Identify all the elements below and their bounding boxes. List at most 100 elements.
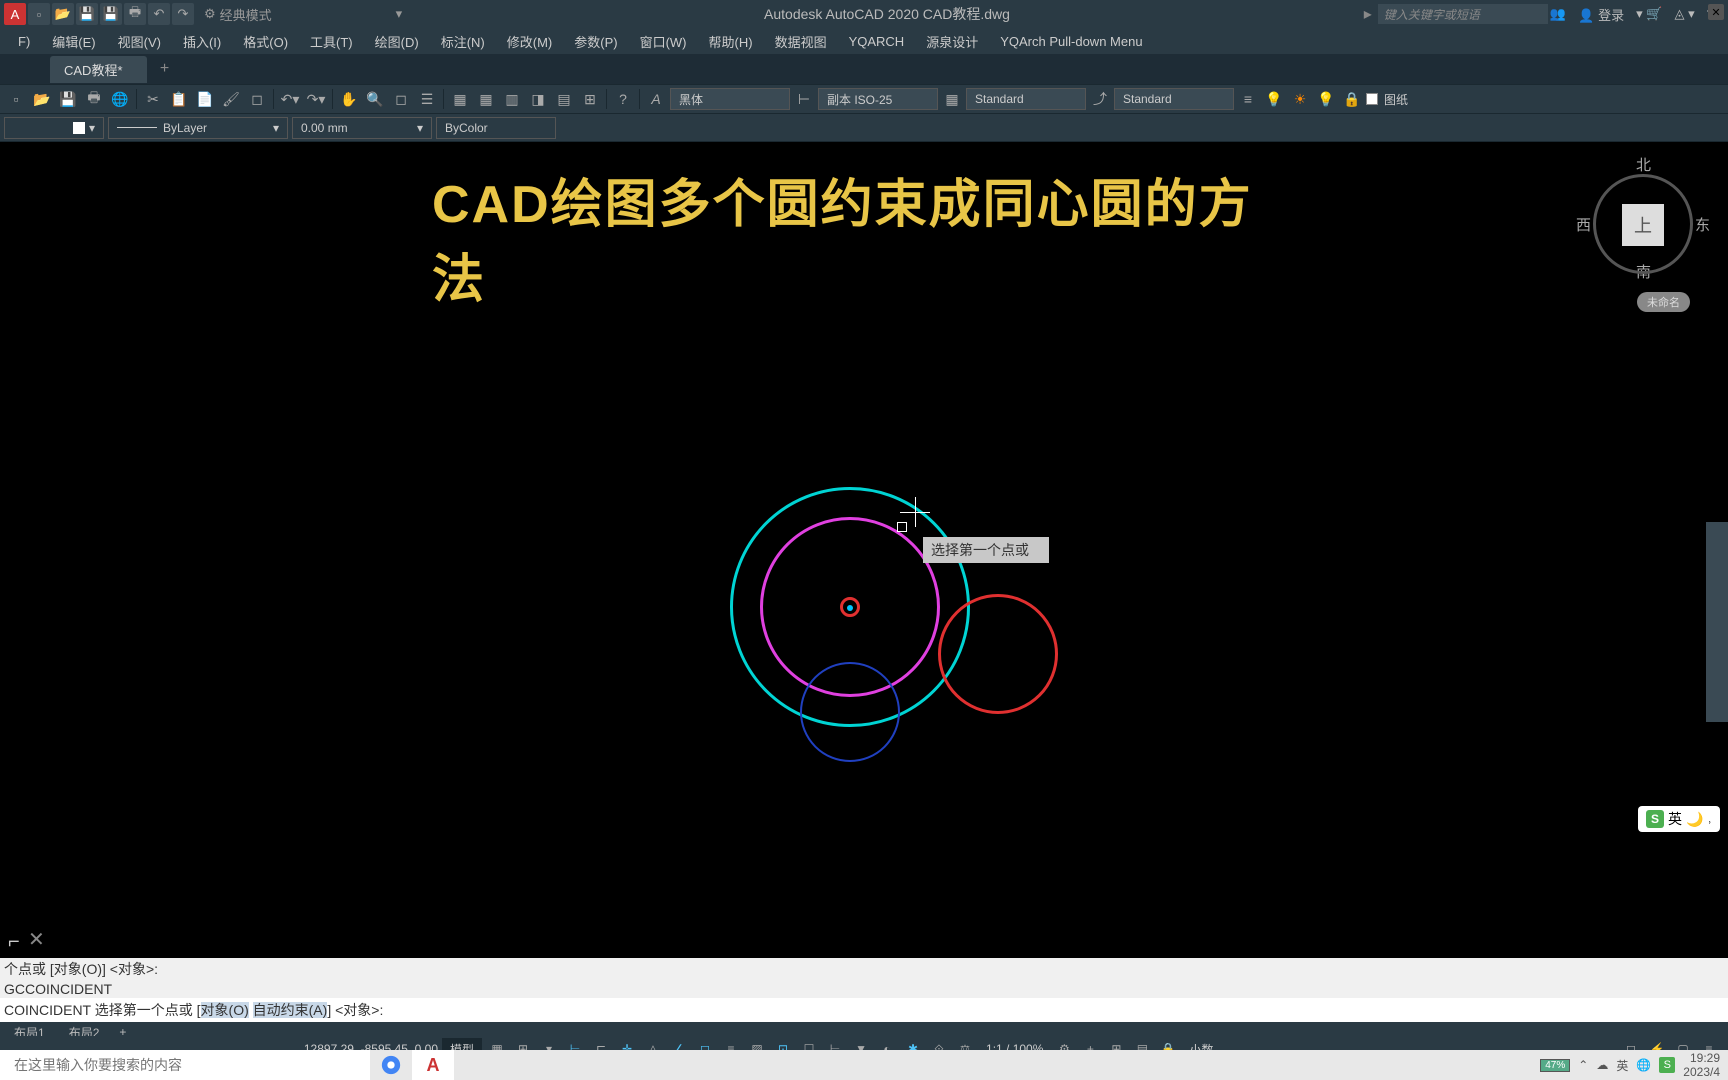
color-swatch[interactable] bbox=[1366, 93, 1378, 105]
design-center-icon[interactable]: ▦ bbox=[448, 87, 472, 111]
redo-icon[interactable]: ↷ bbox=[172, 3, 194, 25]
undo-icon[interactable]: ↶ bbox=[148, 3, 170, 25]
battery-indicator[interactable]: 47% bbox=[1540, 1059, 1570, 1072]
plot-icon[interactable]: 🖶 bbox=[124, 3, 146, 25]
new-icon[interactable]: ▫ bbox=[28, 3, 50, 25]
tab-close-button[interactable]: ✕ bbox=[1708, 4, 1724, 20]
center-point[interactable] bbox=[847, 605, 853, 611]
zoom-window-icon[interactable]: ◻ bbox=[389, 87, 413, 111]
table-style-icon[interactable]: ▦ bbox=[940, 87, 964, 111]
ime-indicator[interactable]: S 英 🌙 ˒ bbox=[1638, 806, 1720, 832]
separator bbox=[443, 89, 444, 109]
zoom-icon[interactable]: 🔍 bbox=[363, 87, 387, 111]
viewcube-east[interactable]: 东 bbox=[1695, 214, 1710, 235]
login-button[interactable]: 👤登录 bbox=[1578, 5, 1624, 24]
menu-yqarch[interactable]: YQARCH bbox=[839, 31, 915, 52]
print-icon[interactable]: 🖶 bbox=[82, 87, 106, 111]
publish-icon[interactable]: 🌐 bbox=[108, 87, 132, 111]
menu-yqarch-pulldown[interactable]: YQArch Pull-down Menu bbox=[990, 31, 1152, 52]
dimstyle-dropdown[interactable]: 副本 ISO-25 bbox=[818, 88, 938, 110]
text-style-icon[interactable]: A bbox=[644, 87, 668, 111]
workspace-dropdown[interactable]: ⚙ 经典模式 ▾ bbox=[196, 5, 410, 24]
calculator-icon[interactable]: ⊞ bbox=[578, 87, 602, 111]
new-file-icon[interactable]: ▫ bbox=[4, 87, 28, 111]
command-window[interactable]: 个点或 [对象(O)] <对象>: GCCOINCIDENT COINCIDEN… bbox=[0, 958, 1728, 1022]
menu-yuanquan[interactable]: 源泉设计 bbox=[916, 29, 988, 54]
paste-icon[interactable]: 📄 bbox=[193, 87, 217, 111]
menu-format[interactable]: 格式(O) bbox=[233, 29, 298, 54]
viewcube-west[interactable]: 西 bbox=[1576, 214, 1591, 235]
menu-dataview[interactable]: 数据视图 bbox=[765, 29, 837, 54]
onedrive-icon[interactable]: ☁ bbox=[1596, 1058, 1608, 1072]
clock[interactable]: 19:29 2023/4 bbox=[1683, 1051, 1720, 1079]
drawing-canvas[interactable]: CAD绘图多个圆约束成同心圆的方法 选择第一个点或 北 西 东 南 上 未命名 … bbox=[0, 142, 1728, 962]
tray-chevron-icon[interactable]: ⌃ bbox=[1578, 1058, 1588, 1072]
undo-tool-icon[interactable]: ↶▾ bbox=[278, 87, 302, 111]
menu-parametric[interactable]: 参数(P) bbox=[564, 29, 627, 54]
mleader-style-icon[interactable]: ⤴ bbox=[1088, 87, 1112, 111]
help-tool-icon[interactable]: ? bbox=[611, 87, 635, 111]
menu-window[interactable]: 窗口(W) bbox=[630, 29, 697, 54]
tablestyle-dropdown[interactable]: Standard bbox=[966, 88, 1086, 110]
markup-icon[interactable]: ◨ bbox=[526, 87, 550, 111]
workspace-label: 经典模式 bbox=[220, 5, 272, 24]
sheet-set-icon[interactable]: ▥ bbox=[500, 87, 524, 111]
menu-modify[interactable]: 修改(M) bbox=[497, 29, 563, 54]
app-exchange-icon[interactable]: ◬ ▾ bbox=[1674, 6, 1694, 22]
navigation-bar[interactable] bbox=[1706, 522, 1728, 722]
windows-search-input[interactable] bbox=[0, 1050, 370, 1080]
viewcube-unnamed-button[interactable]: 未命名 bbox=[1637, 292, 1690, 312]
color-dropdown[interactable]: ▾ bbox=[4, 117, 104, 139]
mlinestyle-dropdown[interactable]: Standard bbox=[1114, 88, 1234, 110]
block-icon[interactable]: ◻ bbox=[245, 87, 269, 111]
dim-style-icon[interactable]: ⊢ bbox=[792, 87, 816, 111]
font-dropdown[interactable]: 黑体 bbox=[670, 88, 790, 110]
viewcube-north[interactable]: 北 bbox=[1636, 154, 1651, 175]
saveas-icon[interactable]: 💾 bbox=[100, 3, 122, 25]
tool-palette-icon[interactable]: ▦ bbox=[474, 87, 498, 111]
redo-tool-icon[interactable]: ↷▾ bbox=[304, 87, 328, 111]
document-tab[interactable]: CAD教程* bbox=[50, 56, 147, 83]
menu-view[interactable]: 视图(V) bbox=[108, 29, 171, 54]
tab-add-button[interactable]: + bbox=[155, 59, 175, 79]
menu-draw[interactable]: 绘图(D) bbox=[365, 29, 429, 54]
copy-icon[interactable]: 📋 bbox=[167, 87, 191, 111]
connect-icon[interactable]: 👥 bbox=[1550, 6, 1566, 22]
save-icon[interactable]: 💾 bbox=[76, 3, 98, 25]
cut-icon[interactable]: ✂ bbox=[141, 87, 165, 111]
bulb1-icon[interactable]: 💡 bbox=[1262, 87, 1286, 111]
autocad-taskbar-icon[interactable]: A bbox=[412, 1050, 454, 1080]
viewcube-top-face[interactable]: 上 bbox=[1622, 204, 1664, 246]
layer-icon[interactable]: ≡ bbox=[1236, 87, 1260, 111]
sun-icon[interactable]: ☀ bbox=[1288, 87, 1312, 111]
open-icon[interactable]: 📂 bbox=[52, 3, 74, 25]
open-file-icon[interactable]: 📂 bbox=[30, 87, 54, 111]
lock-toggle-icon[interactable]: 🔒 bbox=[1340, 87, 1364, 111]
pan-icon[interactable]: ✋ bbox=[337, 87, 361, 111]
lineweight-dropdown[interactable]: 0.00 mm▾ bbox=[292, 117, 432, 139]
keyword-search[interactable]: 键入关键字或短语 bbox=[1378, 4, 1548, 24]
chrome-icon[interactable] bbox=[370, 1050, 412, 1080]
sogou-tray-icon[interactable]: S bbox=[1659, 1057, 1675, 1073]
viewcube[interactable]: 北 西 东 南 上 bbox=[1588, 154, 1698, 264]
tray-lang[interactable]: 英 bbox=[1616, 1057, 1628, 1074]
save-file-icon[interactable]: 💾 bbox=[56, 87, 80, 111]
command-input-line[interactable]: COINCIDENT 选择第一个点或 [对象(O) 自动约束(A)] <对象>: bbox=[0, 998, 1728, 1022]
properties-icon[interactable]: ☰ bbox=[415, 87, 439, 111]
circle-red[interactable] bbox=[938, 594, 1058, 714]
menu-help[interactable]: 帮助(H) bbox=[699, 29, 763, 54]
autocad-logo-icon[interactable]: A bbox=[4, 3, 26, 25]
menu-insert[interactable]: 插入(I) bbox=[173, 29, 231, 54]
menu-tools[interactable]: 工具(T) bbox=[300, 29, 363, 54]
plotstyle-dropdown[interactable]: ByColor bbox=[436, 117, 556, 139]
circle-blue[interactable] bbox=[800, 662, 900, 762]
cart-icon[interactable]: ▾ 🛒 bbox=[1636, 6, 1662, 22]
quickcalc-icon[interactable]: ▤ bbox=[552, 87, 576, 111]
menu-edit[interactable]: 编辑(E) bbox=[42, 29, 105, 54]
bulb2-icon[interactable]: 💡 bbox=[1314, 87, 1338, 111]
menu-file[interactable]: F) bbox=[8, 31, 40, 52]
linetype-dropdown[interactable]: ByLayer▾ bbox=[108, 117, 288, 139]
network-icon[interactable]: 🌐 bbox=[1636, 1058, 1651, 1072]
menu-dimension[interactable]: 标注(N) bbox=[431, 29, 495, 54]
match-icon[interactable]: 🖌 bbox=[219, 87, 243, 111]
